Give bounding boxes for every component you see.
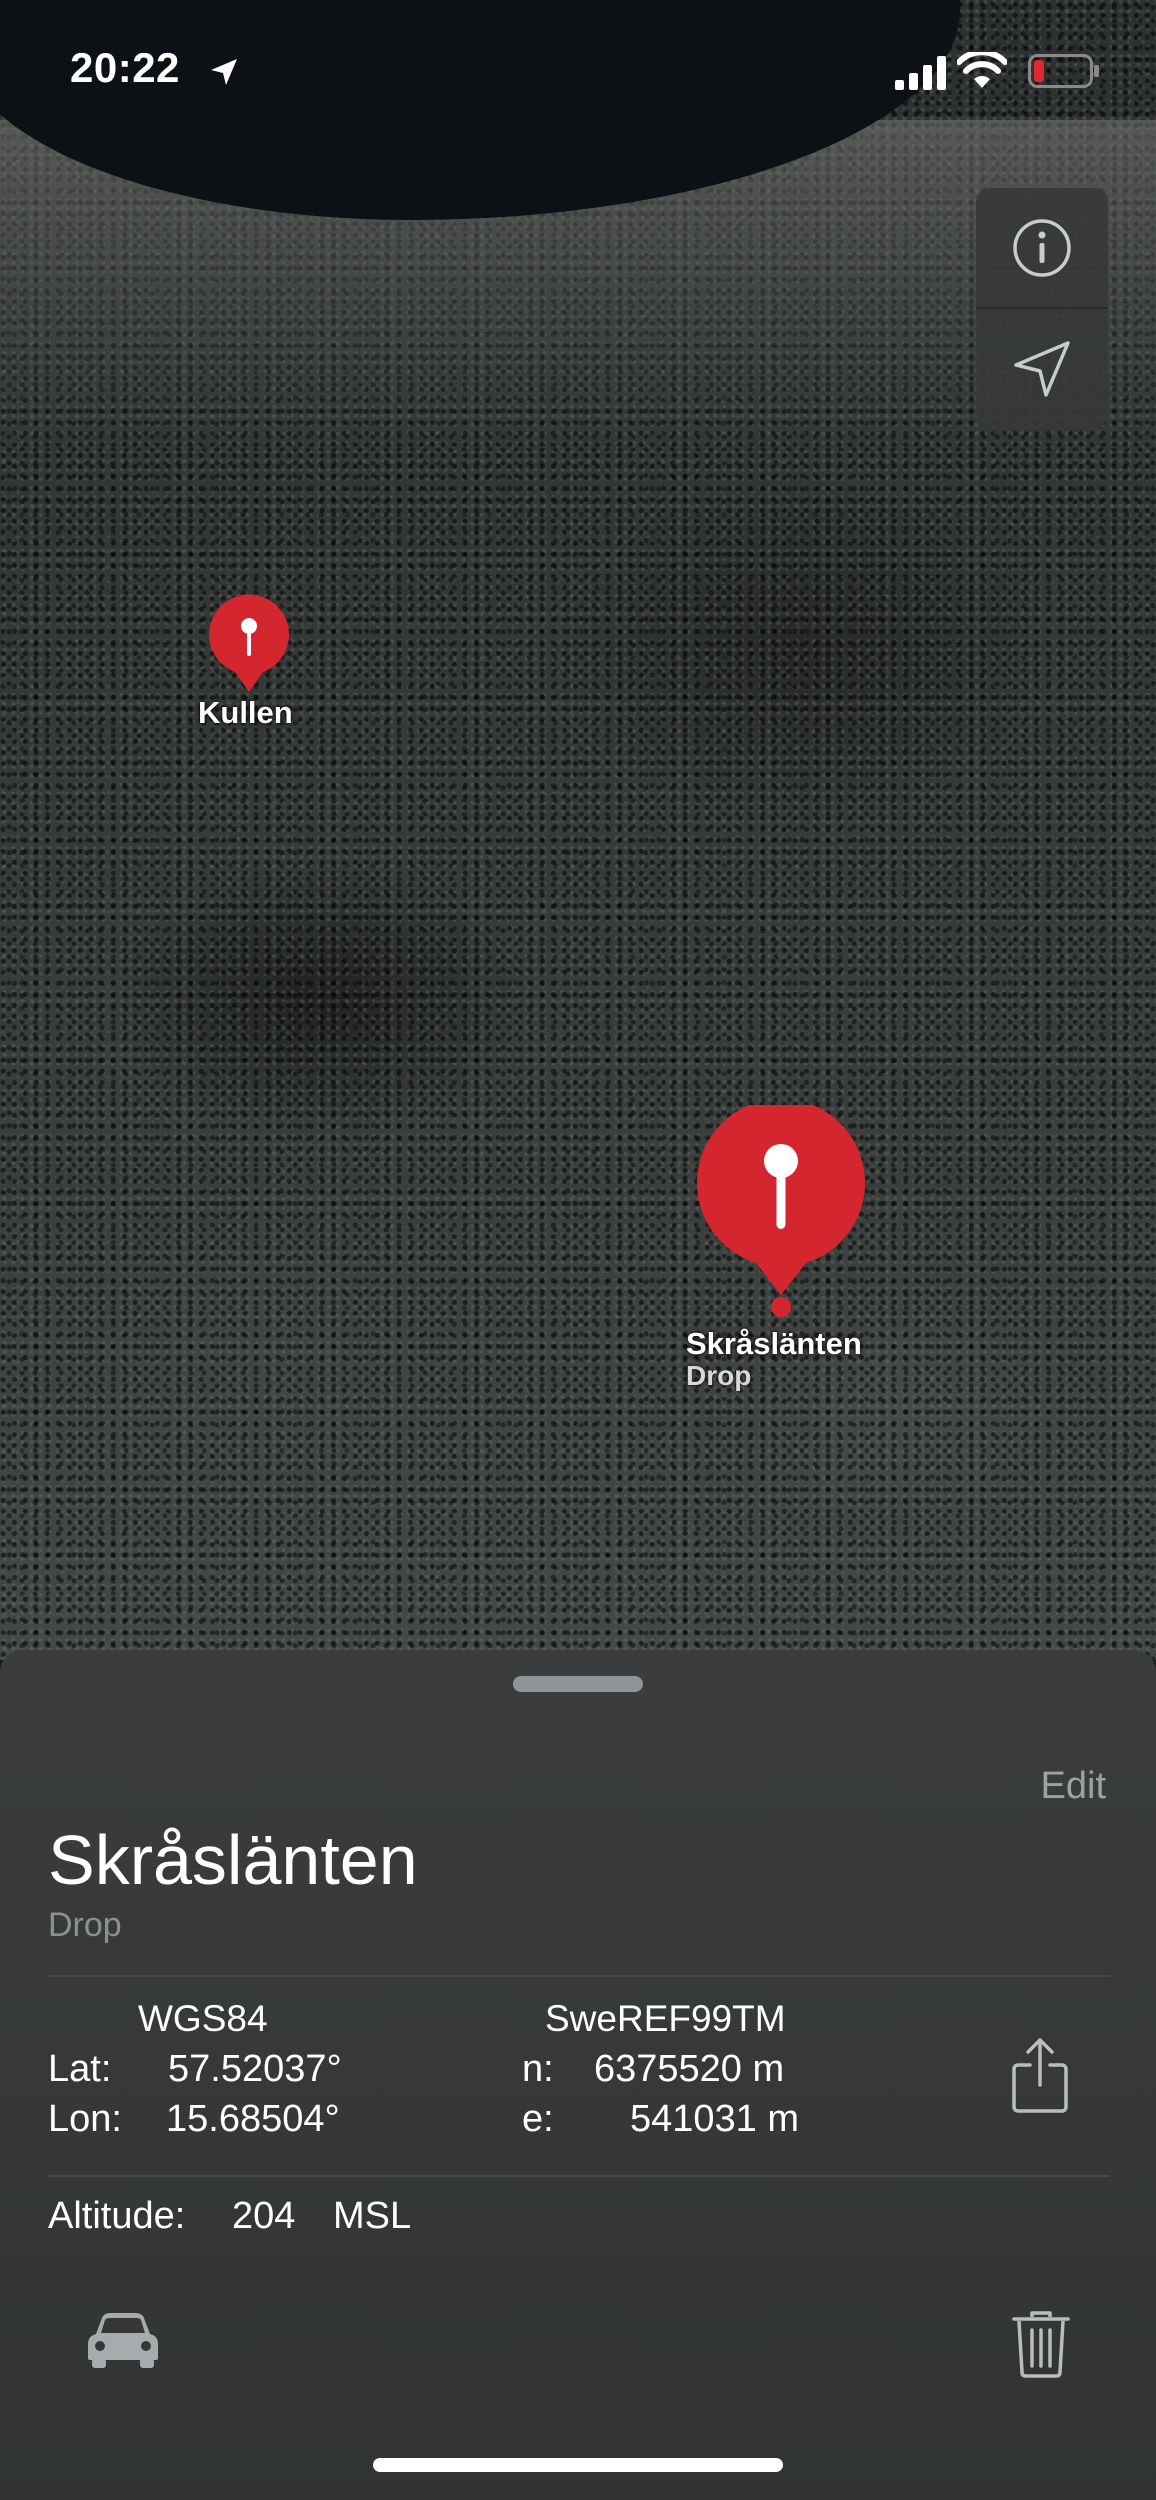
lat-value: 57.52037° — [168, 2048, 342, 2090]
altitude-value: 204 — [232, 2195, 296, 2237]
wgs84-header: WGS84 — [138, 1998, 268, 2039]
car-icon[interactable] — [86, 2310, 160, 2370]
sheet-grabber[interactable] — [513, 1676, 643, 1692]
trash-icon[interactable] — [1012, 2310, 1070, 2378]
pin-sublabel-skraslanten: Drop — [686, 1360, 752, 1391]
lat-label: Lat: — [48, 2048, 112, 2090]
cellular-signal-icon — [895, 56, 946, 90]
info-button[interactable] — [976, 188, 1108, 309]
wifi-icon — [957, 52, 1007, 88]
location-arrow-icon — [1014, 340, 1070, 397]
battery-low-icon — [1028, 54, 1099, 88]
divider — [48, 2175, 1110, 2177]
divider — [48, 1975, 1110, 1977]
altitude-label: Altitude: — [48, 2195, 186, 2237]
pin-label-kullen: Kullen — [198, 695, 293, 730]
info-icon — [1013, 218, 1071, 277]
waypoint-detail-sheet: Edit Skråslänten Drop WGS84 Lat: 57.5203… — [0, 1650, 1156, 2500]
lon-label: Lon: — [48, 2098, 122, 2140]
waypoint-title: Skråslänten — [48, 1821, 418, 1899]
northing-label: n: — [522, 2048, 554, 2090]
share-icon[interactable] — [1008, 2035, 1072, 2115]
location-arrow-icon — [211, 59, 237, 85]
status-bar: 20:22 — [0, 0, 1156, 140]
current-location-button[interactable] — [976, 309, 1108, 428]
northing-value: 6375520 m — [594, 2048, 785, 2090]
altitude-unit: MSL — [333, 2195, 412, 2237]
easting-value: 541031 m — [630, 2098, 800, 2140]
map-controls — [976, 188, 1108, 428]
status-time: 20:22 — [70, 44, 180, 91]
map-pin-skraslanten[interactable] — [694, 1105, 868, 1321]
sweref-header: SweREF99TM — [545, 1998, 786, 2039]
map-pin-kullen[interactable] — [205, 592, 293, 696]
edit-button[interactable]: Edit — [1041, 1765, 1106, 1808]
easting-label: e: — [522, 2098, 554, 2140]
pin-label-skraslanten: Skråslänten — [686, 1326, 862, 1361]
map-view[interactable]: 20:22 Kullen Skråslänten Drop — [0, 0, 1156, 1660]
home-indicator[interactable] — [373, 2458, 783, 2472]
waypoint-subtitle: Drop — [48, 1906, 122, 1944]
lon-value: 15.68504° — [166, 2098, 340, 2140]
